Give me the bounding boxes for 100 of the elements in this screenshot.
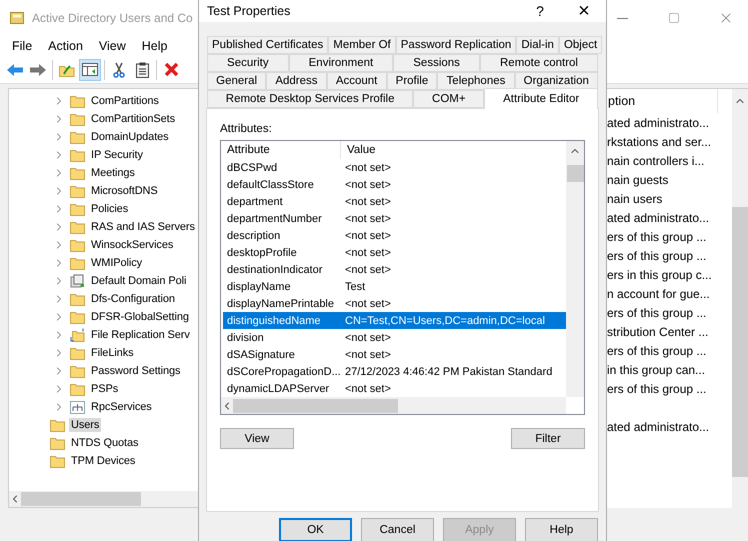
toolbar-button[interactable] xyxy=(79,58,101,80)
tab[interactable]: Dial-in xyxy=(516,36,559,54)
attribute-cell[interactable]: dSCorePropagationD... xyxy=(223,363,341,380)
tree-item[interactable]: Policies xyxy=(89,202,130,216)
tree-item[interactable]: RpcServices xyxy=(89,400,154,414)
value-cell[interactable]: <not set> xyxy=(341,227,391,244)
tab[interactable]: Remote control xyxy=(480,54,598,72)
attribute-cell[interactable]: dynamicLDAPServer xyxy=(223,380,341,397)
tab[interactable]: Remote Desktop Services Profile xyxy=(207,90,414,108)
tab[interactable]: Published Certificates xyxy=(207,36,328,54)
column-header[interactable]: Value xyxy=(341,141,376,159)
attribute-cell[interactable]: division xyxy=(223,329,341,346)
tree-item[interactable]: TPM Devices xyxy=(69,454,138,468)
tree-item[interactable]: WMIPolicy xyxy=(89,256,144,270)
value-cell[interactable]: <not set> xyxy=(341,295,391,312)
value-cell[interactable]: 27/12/2023 4:46:42 PM Pakistan Standard xyxy=(341,363,552,380)
tree-item[interactable]: IP Security xyxy=(89,148,145,162)
attribute-cell[interactable]: dSASignature xyxy=(223,346,341,363)
menu-item[interactable]: File xyxy=(4,39,40,53)
attributes-label: Attributes: xyxy=(220,123,273,135)
tree-item[interactable]: Dfs-Configuration xyxy=(89,292,177,306)
vertical-scrollbar[interactable] xyxy=(732,89,748,508)
menu-item[interactable]: Help xyxy=(134,39,176,53)
tree-item[interactable]: ComPartitionSets xyxy=(89,112,177,126)
tree-item[interactable]: Default Domain Poli xyxy=(89,274,188,288)
tab[interactable]: Telephones xyxy=(437,72,515,90)
tree-item[interactable]: Meetings xyxy=(89,166,137,180)
folder-icon xyxy=(50,436,64,450)
close-button[interactable]: × xyxy=(562,0,606,22)
value-cell[interactable]: <not set> xyxy=(341,261,391,278)
attribute-cell[interactable]: description xyxy=(223,227,341,244)
scrollbar-thumb[interactable] xyxy=(566,165,584,182)
value-cell[interactable]: <not set> xyxy=(341,176,391,193)
attribute-cell[interactable]: defaultClassStore xyxy=(223,176,341,193)
attribute-cell[interactable]: destinationIndicator xyxy=(223,261,341,278)
value-cell[interactable]: CN=Test,CN=Users,DC=admin,DC=local xyxy=(341,312,545,329)
scrollbar-thumb[interactable] xyxy=(21,492,141,506)
tree-item[interactable]: ComPartitions xyxy=(89,94,161,108)
tree-item[interactable]: File Replication Serv xyxy=(89,328,192,342)
tab[interactable]: COM+ xyxy=(413,90,484,108)
value-cell[interactable]: <not set> xyxy=(341,380,391,397)
attribute-cell[interactable]: department xyxy=(223,193,341,210)
tab[interactable]: Address xyxy=(266,72,327,90)
tree-item[interactable]: PSPs xyxy=(89,382,120,396)
tree-item[interactable]: DFSR-GlobalSetting xyxy=(89,310,191,324)
policy-icon xyxy=(70,274,84,288)
horizontal-scrollbar[interactable] xyxy=(221,397,566,414)
tree-item[interactable]: DomainUpdates xyxy=(89,130,171,144)
tab[interactable]: Environment xyxy=(288,54,394,72)
dialog-button[interactable]: OK xyxy=(279,518,352,541)
tree-item[interactable]: FileLinks xyxy=(89,346,136,360)
tab[interactable]: Attribute Editor xyxy=(484,88,598,109)
tree-item[interactable]: Users xyxy=(69,418,102,432)
value-cell[interactable]: <not set> xyxy=(341,329,391,346)
attribute-cell[interactable]: departmentNumber xyxy=(223,210,341,227)
panel-button[interactable]: Filter xyxy=(511,428,585,449)
tab[interactable]: Security xyxy=(207,54,289,72)
description-cell-text: ated administrato... xyxy=(606,210,710,226)
folder-icon xyxy=(70,346,84,360)
column-header[interactable]: Attribute xyxy=(221,141,341,159)
value-cell[interactable]: <not set> xyxy=(341,159,391,176)
tab[interactable]: Member Of xyxy=(328,36,396,54)
dialog-button[interactable]: Cancel xyxy=(361,518,434,541)
tab[interactable]: Object xyxy=(558,36,602,54)
description-cell-text: ers of this group ... xyxy=(606,342,708,360)
tab[interactable]: Account xyxy=(326,72,387,90)
tab[interactable]: Profile xyxy=(386,72,438,90)
dialog-title: Test Properties xyxy=(207,4,292,18)
tree-item[interactable]: MicrosoftDNS xyxy=(89,184,160,198)
value-cell[interactable]: <not set> xyxy=(341,210,391,227)
attribute-cell[interactable]: desktopProfile xyxy=(223,244,341,261)
tab[interactable]: Password Replication xyxy=(396,36,516,54)
folder-icon xyxy=(70,382,84,396)
vertical-scrollbar[interactable] xyxy=(566,141,584,397)
tree-item[interactable]: Password Settings xyxy=(89,364,182,378)
value-cell[interactable]: Test xyxy=(341,278,366,295)
menu-item[interactable]: Action xyxy=(40,39,91,53)
tab[interactable]: Sessions xyxy=(393,54,480,72)
description-cell-text: ated administrato... xyxy=(606,114,710,132)
folder-icon xyxy=(70,202,84,216)
panel-button[interactable]: View xyxy=(220,428,294,449)
dialog-button[interactable]: Help xyxy=(525,518,598,541)
value-cell[interactable]: <not set> xyxy=(341,346,391,363)
help-button[interactable]: ? xyxy=(518,3,562,19)
attribute-cell[interactable]: displayNamePrintable xyxy=(223,295,341,312)
clipboard-icon xyxy=(136,62,148,78)
tab[interactable]: General xyxy=(207,72,266,90)
attribute-cell[interactable]: displayName xyxy=(223,278,341,295)
menu-item[interactable]: View xyxy=(90,39,134,53)
attribute-cell[interactable]: distinguishedName xyxy=(223,312,341,329)
tree-item[interactable]: NTDS Quotas xyxy=(69,436,140,450)
folder-icon xyxy=(70,292,84,306)
description-cell-text: ated administrato... xyxy=(606,418,710,436)
scrollbar-thumb[interactable] xyxy=(732,207,748,477)
attribute-cell[interactable]: dBCSPwd xyxy=(223,159,341,176)
scrollbar-thumb[interactable] xyxy=(233,398,398,412)
value-cell[interactable]: <not set> xyxy=(341,244,391,261)
value-cell[interactable]: <not set> xyxy=(341,193,391,210)
tree-item[interactable]: WinsockServices xyxy=(89,238,176,252)
tree-item[interactable]: RAS and IAS Servers xyxy=(89,220,197,234)
